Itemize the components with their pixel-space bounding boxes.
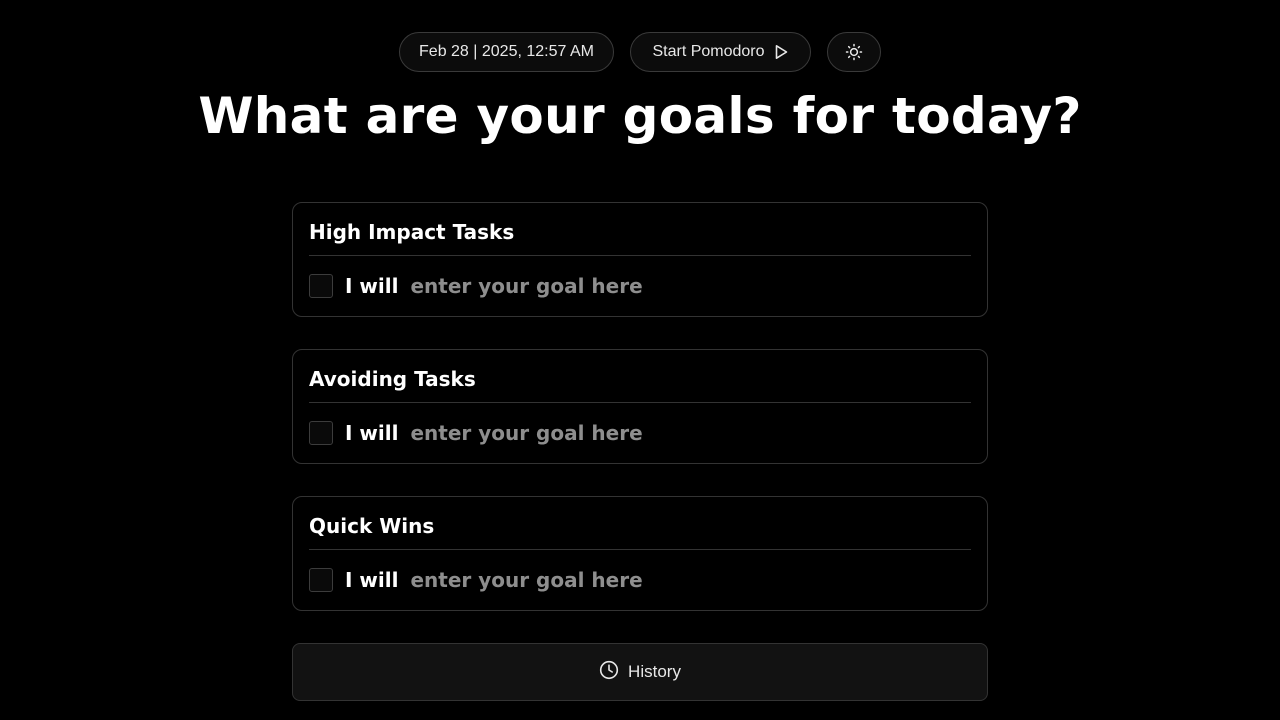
goal-input[interactable] [410,272,951,300]
goal-prefix: I will [345,421,399,445]
theme-toggle-button[interactable] [827,32,881,72]
section-divider [309,549,971,550]
history-label: History [628,662,681,681]
section-high-impact-tasks: High Impact Tasks I will [292,202,988,317]
goal-row: I will [309,419,951,447]
goal-input[interactable] [410,566,951,594]
goal-checkbox[interactable] [309,421,333,445]
sun-icon [845,43,863,61]
goal-row: I will [309,566,951,594]
datetime-text: Feb 28 | 2025, 12:57 AM [419,43,594,60]
goal-input[interactable] [410,419,951,447]
start-pomodoro-button[interactable]: Start Pomodoro [630,32,811,72]
section-title: Quick Wins [309,514,435,538]
clock-icon [599,660,619,685]
page-title: What are your goals for today? [198,87,1082,145]
goal-row: I will [309,272,951,300]
goal-prefix: I will [345,274,399,298]
section-title: Avoiding Tasks [309,367,476,391]
goal-checkbox[interactable] [309,274,333,298]
play-icon [773,44,789,60]
section-divider [309,255,971,256]
datetime-pill: Feb 28 | 2025, 12:57 AM [399,32,614,72]
history-button[interactable]: History [292,643,988,701]
top-toolbar: Feb 28 | 2025, 12:57 AM Start Pomodoro [0,32,1280,72]
goal-checkbox[interactable] [309,568,333,592]
section-quick-wins: Quick Wins I will [292,496,988,611]
goals-page: Feb 28 | 2025, 12:57 AM Start Pomodoro W… [0,0,1280,720]
goal-prefix: I will [345,568,399,592]
section-avoiding-tasks: Avoiding Tasks I will [292,349,988,464]
section-divider [309,402,971,403]
section-title: High Impact Tasks [309,220,515,244]
start-pomodoro-label: Start Pomodoro [652,43,765,60]
